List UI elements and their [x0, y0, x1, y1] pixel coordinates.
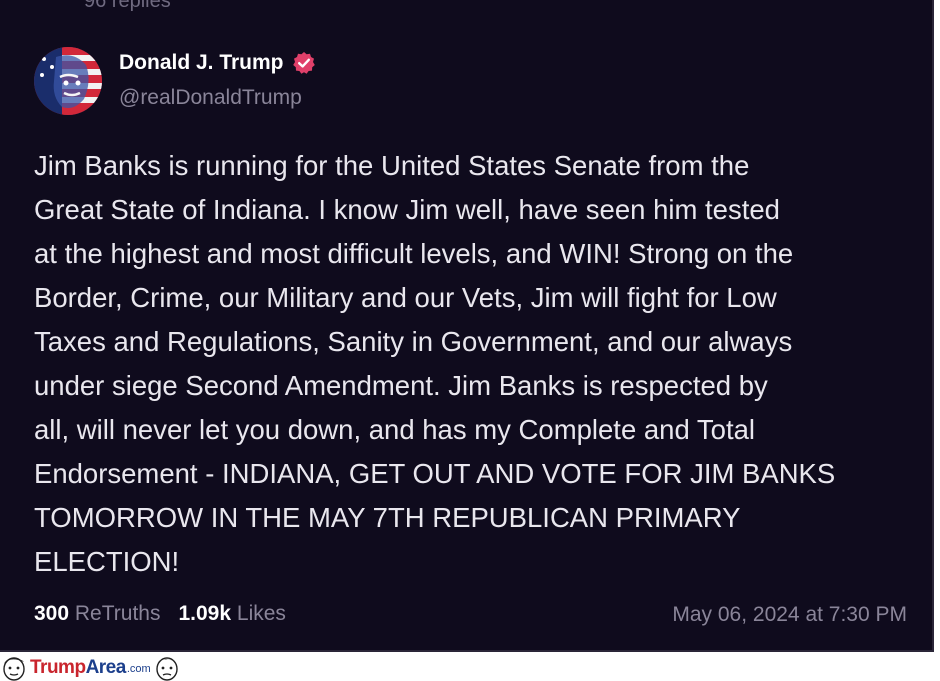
- trumparea-watermark: TrumpArea .com: [0, 654, 230, 681]
- author-name-text[interactable]: Donald J. Trump: [119, 51, 284, 75]
- retruths-count: 300: [34, 602, 70, 625]
- replies-count[interactable]: 96 replies: [84, 0, 171, 13]
- cartoon-face-icon: [3, 657, 25, 681]
- retruths-stat[interactable]: 300 ReTruths: [34, 602, 160, 625]
- author-handle[interactable]: @realDonaldTrump: [119, 86, 302, 110]
- watermark-brand-secondary: Area: [85, 656, 127, 678]
- retruths-label: ReTruths: [74, 602, 161, 625]
- post-timestamp[interactable]: May 06, 2024 at 7:30 PM: [672, 603, 907, 627]
- post-card: 96 replies Donald J. Trump @realDonaldTr…: [0, 0, 934, 652]
- likes-label: Likes: [236, 602, 286, 625]
- cartoon-face-icon: [155, 657, 178, 681]
- author-display-name[interactable]: Donald J. Trump: [119, 51, 316, 75]
- author-avatar[interactable]: [34, 47, 102, 115]
- post-stats: 300 ReTruths 1.09k Likes: [34, 602, 286, 626]
- watermark-brand-suffix: .com: [126, 663, 151, 675]
- watermark-brand-primary: Trump: [30, 656, 86, 678]
- likes-count: 1.09k: [178, 602, 232, 625]
- likes-stat[interactable]: 1.09k Likes: [178, 602, 285, 625]
- verified-badge-icon: [292, 51, 316, 75]
- post-body-text: Jim Banks is running for the United Stat…: [34, 150, 836, 577]
